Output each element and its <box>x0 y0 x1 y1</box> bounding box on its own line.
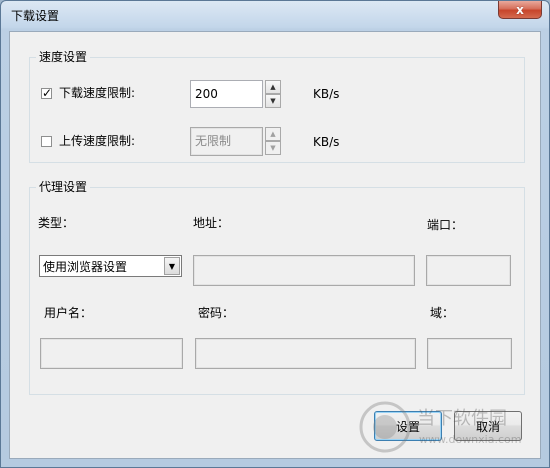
upload-limit-label: 上传速度限制: <box>59 134 136 148</box>
download-unit-label: KB/s <box>313 87 340 101</box>
download-limit-label: 下载速度限制: <box>59 86 136 100</box>
type-label: 类型： <box>38 216 75 230</box>
upload-unit-label: KB/s <box>313 135 340 149</box>
spin-down-button[interactable]: ▼ <box>265 94 281 108</box>
download-limit-spinner: ▲ ▼ <box>265 80 281 108</box>
up-arrow-icon: ▲ <box>270 82 276 91</box>
up-arrow-icon: ▲ <box>270 129 276 138</box>
password-input[interactable] <box>195 338 416 369</box>
spin-down-button[interactable]: ▼ <box>265 141 281 155</box>
username-input[interactable] <box>40 338 183 369</box>
window-title: 下载设置 <box>11 9 60 23</box>
cancel-button[interactable]: 取消 <box>454 411 522 441</box>
domain-label: 域： <box>430 306 455 320</box>
port-label: 端口： <box>427 218 464 232</box>
spin-up-button[interactable]: ▲ <box>265 80 281 94</box>
down-arrow-icon: ▼ <box>270 96 276 105</box>
spin-up-button[interactable]: ▲ <box>265 127 281 141</box>
address-label: 地址： <box>193 216 230 230</box>
upload-limit-spinner: ▲ ▼ <box>265 127 281 155</box>
domain-input[interactable] <box>427 338 512 369</box>
close-button[interactable]: x <box>498 1 542 19</box>
proxy-type-value: 使用浏览器设置 <box>43 260 128 274</box>
down-arrow-icon: ▼ <box>270 143 276 152</box>
speed-settings-group: 速度设置 ✓ 下载速度限制: 200 ▲ ▼ KB/s 上传速度限制: 无限制 … <box>29 49 525 163</box>
download-limit-value: 200 <box>195 87 218 101</box>
dropdown-button[interactable]: ▼ <box>164 257 180 275</box>
close-icon: x <box>516 2 524 17</box>
proxy-type-select[interactable]: 使用浏览器设置 ▼ <box>39 255 182 277</box>
password-label: 密码： <box>198 306 235 320</box>
speed-group-title: 速度设置 <box>36 49 91 65</box>
proxy-port-input[interactable] <box>426 255 511 286</box>
download-limit-input[interactable]: 200 <box>190 80 263 108</box>
dialog-window: 下载设置 x 速度设置 ✓ 下载速度限制: 200 ▲ ▼ KB/s 上传速度限… <box>0 0 550 468</box>
proxy-settings-group: 代理设置 类型： 地址： 端口： 使用浏览器设置 ▼ 用户名： 密码： 域： <box>29 179 525 395</box>
dialog-body: 速度设置 ✓ 下载速度限制: 200 ▲ ▼ KB/s 上传速度限制: 无限制 … <box>9 31 541 459</box>
upload-limit-checkbox[interactable] <box>41 136 52 147</box>
chevron-down-icon: ▼ <box>168 261 176 271</box>
ok-button[interactable]: 设置 <box>374 411 442 441</box>
proxy-address-input[interactable] <box>193 255 415 286</box>
title-bar[interactable]: 下载设置 x <box>1 1 549 29</box>
proxy-group-title: 代理设置 <box>36 179 91 195</box>
check-icon: ✓ <box>42 86 53 100</box>
upload-limit-value: 无限制 <box>195 134 232 148</box>
download-limit-checkbox[interactable]: ✓ <box>41 86 53 100</box>
upload-limit-input[interactable]: 无限制 <box>190 127 263 156</box>
username-label: 用户名： <box>44 306 93 320</box>
